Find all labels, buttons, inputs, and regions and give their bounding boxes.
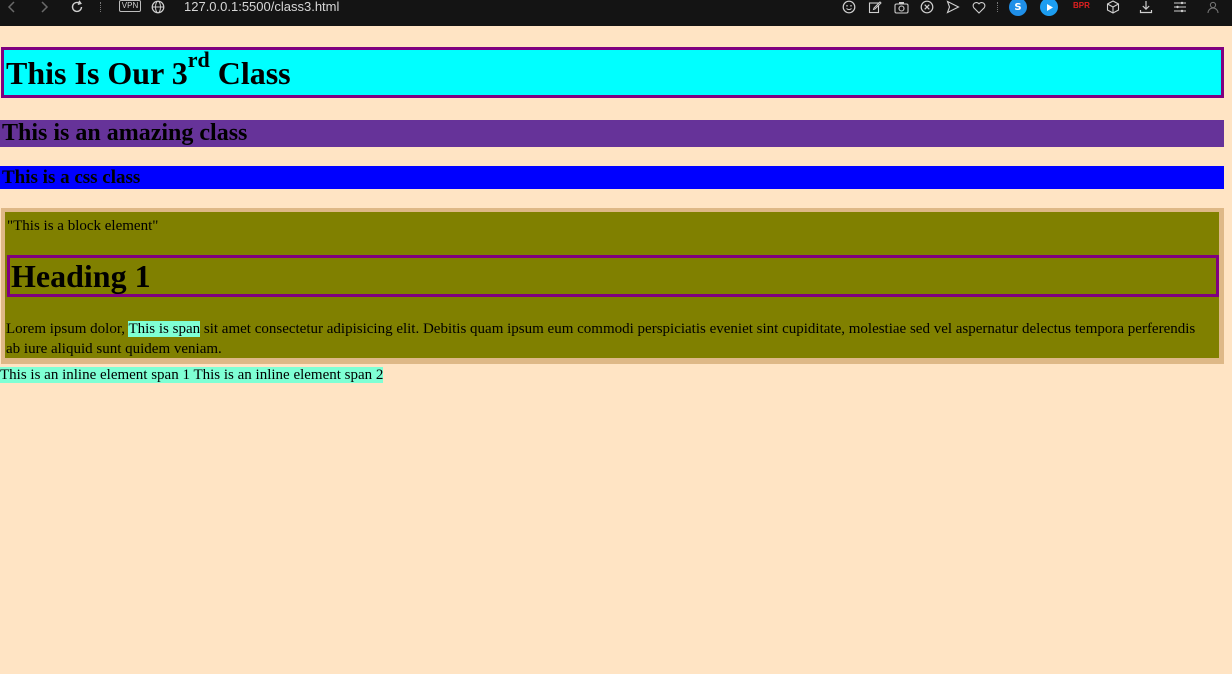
menu-icon[interactable] bbox=[1172, 0, 1188, 14]
css-class-heading: This is a css class bbox=[2, 167, 141, 188]
close-circle-icon[interactable] bbox=[919, 0, 935, 14]
toolbar-separator bbox=[100, 2, 102, 12]
toolbar-separator bbox=[997, 2, 999, 12]
profile-icon[interactable] bbox=[1205, 0, 1221, 14]
address-bar-url[interactable]: 127.0.0.1:5500/class3.html bbox=[184, 0, 339, 14]
download-icon[interactable] bbox=[1138, 0, 1154, 14]
extension-s-icon[interactable]: S bbox=[1009, 0, 1027, 16]
heading-1-box: Heading 1 bbox=[7, 255, 1219, 297]
heading-1: Heading 1 bbox=[11, 258, 151, 294]
camera-icon[interactable] bbox=[893, 0, 909, 14]
edit-icon[interactable] bbox=[867, 0, 883, 14]
extension-bpr-badge[interactable]: BPR bbox=[1073, 1, 1090, 10]
cube-icon[interactable] bbox=[1105, 0, 1121, 14]
reload-icon[interactable] bbox=[69, 0, 85, 14]
forward-icon[interactable] bbox=[37, 0, 51, 14]
extension-play-icon[interactable] bbox=[1040, 0, 1058, 16]
block-container-outer: "This is a block element" Heading 1 Lore… bbox=[1, 208, 1224, 364]
globe-icon[interactable] bbox=[150, 0, 166, 14]
send-icon[interactable] bbox=[945, 0, 961, 14]
ordinal-suffix: rd bbox=[187, 47, 210, 72]
inline-elements-line: This is an inline element span 1 This is… bbox=[0, 365, 384, 385]
browser-toolbar: VPN 127.0.0.1:5500/class3.html S BPR bbox=[0, 0, 1232, 26]
vpn-badge[interactable]: VPN bbox=[119, 0, 141, 12]
block-element-text: "This is a block element" bbox=[7, 218, 159, 234]
block-container-inner: "This is a block element" Heading 1 Lore… bbox=[5, 212, 1219, 358]
heart-icon[interactable] bbox=[971, 0, 987, 14]
inline-span-2: This is an inline element span 2 bbox=[193, 367, 384, 383]
subtitle-heading: This is an amazing class bbox=[2, 120, 248, 146]
lorem-paragraph: Lorem ipsum dolor, This is span sit amet… bbox=[6, 321, 1196, 357]
emoji-icon[interactable] bbox=[841, 0, 857, 14]
page-title: This Is Our 3rd Class bbox=[6, 47, 291, 92]
class-heading-box: This Is Our 3rd Class bbox=[1, 47, 1224, 98]
css-class-box: This is a css class bbox=[0, 166, 1224, 189]
back-icon[interactable] bbox=[5, 0, 19, 14]
highlighted-span: This is span bbox=[128, 321, 201, 337]
amazing-class-box: This is an amazing class bbox=[0, 120, 1224, 147]
inline-span-1: This is an inline element span 1 bbox=[0, 367, 190, 383]
